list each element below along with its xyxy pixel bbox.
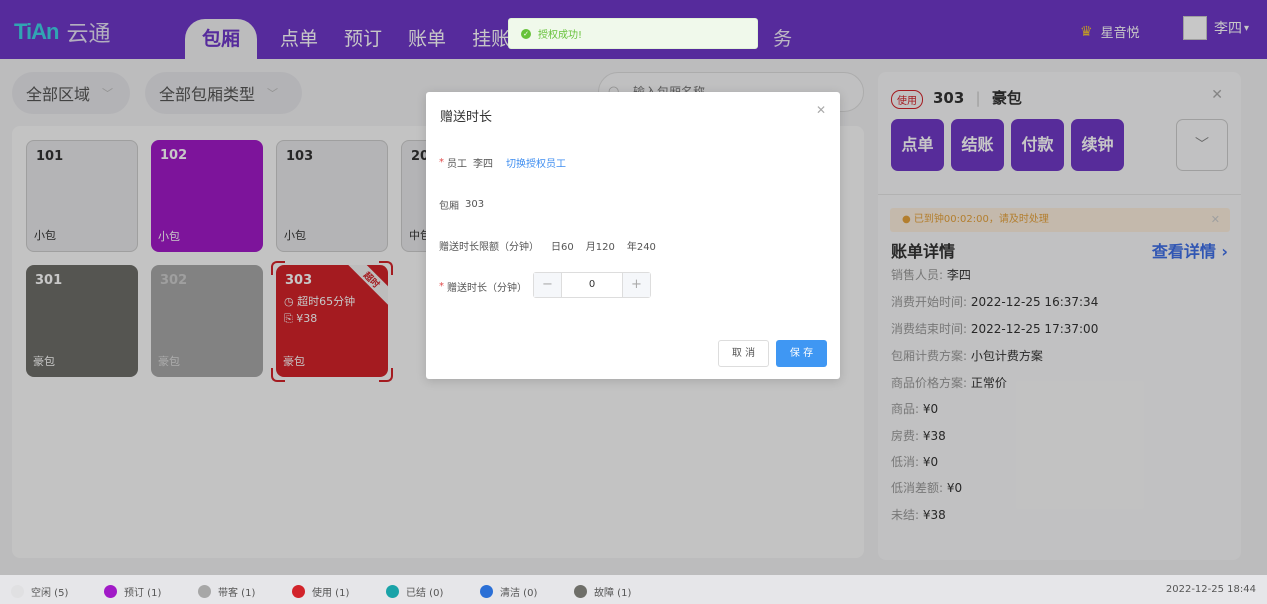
status-dot: [292, 585, 305, 598]
duration-input[interactable]: 0: [561, 273, 623, 297]
close-icon[interactable]: ✕: [816, 103, 826, 117]
duration-stepper: − 0 +: [533, 272, 651, 298]
legend-item: 带客 (1): [198, 584, 255, 599]
success-toast: ✓ 授权成功!: [508, 18, 758, 49]
legend-item: 预订 (1): [104, 584, 161, 599]
limit-row: 赠送时长限额（分钟） 日60 月120 年240: [439, 238, 656, 253]
status-dot: [480, 585, 493, 598]
dialog-title: 赠送时长: [440, 110, 493, 125]
employee-name: 李四: [473, 159, 493, 170]
limit-month: 月120: [585, 242, 615, 253]
room-value: 303: [465, 199, 485, 210]
legend-label: 空闲 (5): [31, 588, 69, 599]
current-datetime: 2022-12-25 18:44: [1165, 584, 1256, 595]
status-dot: [104, 585, 117, 598]
duration-row: * 赠送时长（分钟）: [439, 279, 527, 294]
status-dot: [198, 585, 211, 598]
room-label: 包厢: [439, 201, 459, 212]
legend-label: 已结 (0): [406, 588, 444, 599]
legend-label: 预订 (1): [124, 588, 162, 599]
required-mark: *: [439, 157, 444, 168]
check-circle-icon: ✓: [521, 28, 531, 39]
limit-day: 日60: [551, 242, 574, 253]
decrement-button[interactable]: −: [534, 273, 561, 297]
employee-label: 员工: [447, 159, 467, 170]
status-dot: [386, 585, 399, 598]
legend-label: 故障 (1): [594, 588, 632, 599]
duration-label: 赠送时长（分钟）: [447, 283, 527, 294]
switch-employee-link[interactable]: 切换授权员工: [506, 155, 566, 170]
toast-message: 授权成功!: [538, 30, 583, 41]
legend-label: 使用 (1): [312, 588, 350, 599]
legend-label: 带客 (1): [218, 588, 256, 599]
limit-label: 赠送时长限额（分钟）: [439, 242, 539, 253]
limit-year: 年240: [626, 242, 656, 253]
legend-item: 故障 (1): [574, 584, 631, 599]
status-bar: 空闲 (5) 预订 (1) 带客 (1) 使用 (1) 已结 (0) 清洁 (0…: [0, 575, 1267, 604]
legend-label: 清洁 (0): [500, 588, 538, 599]
cancel-button[interactable]: 取 消: [718, 340, 769, 367]
save-button[interactable]: 保 存: [776, 340, 827, 367]
status-dot: [11, 585, 24, 598]
gift-duration-dialog: 赠送时长 ✕ * 员工 李四 切换授权员工 包厢 303 赠送时长限额（分钟） …: [426, 92, 840, 379]
legend-item: 空闲 (5): [11, 584, 68, 599]
required-mark: *: [439, 281, 444, 292]
employee-row: * 员工 李四 切换授权员工: [439, 155, 566, 170]
legend-item: 已结 (0): [386, 584, 443, 599]
status-dot: [574, 585, 587, 598]
increment-button[interactable]: +: [623, 273, 650, 297]
legend-item: 清洁 (0): [480, 584, 537, 599]
legend-item: 使用 (1): [292, 584, 349, 599]
room-row: 包厢 303: [439, 197, 484, 212]
